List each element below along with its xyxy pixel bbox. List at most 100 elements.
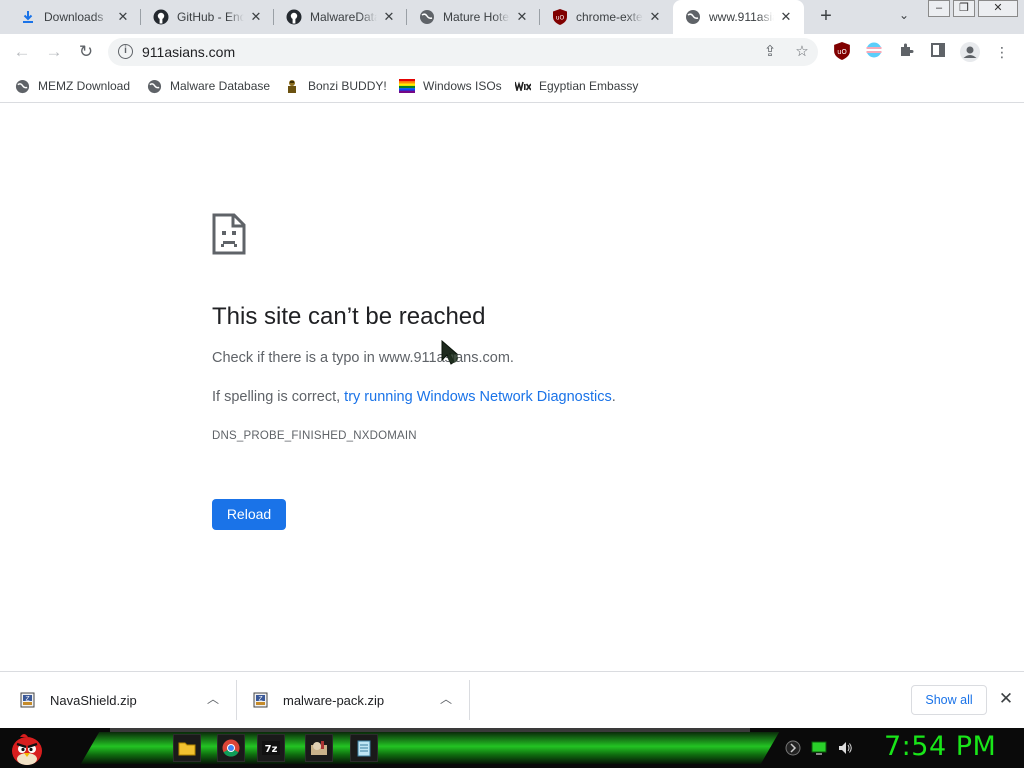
svg-text:7z: 7z bbox=[265, 744, 278, 755]
svg-text:uO: uO bbox=[837, 48, 847, 56]
bonzi-icon bbox=[284, 78, 300, 94]
globe-icon bbox=[419, 9, 435, 25]
tab-title: GitHub - Endermanch/MalwareDatabase bbox=[177, 10, 244, 24]
bookmark-bonzi-buddy[interactable]: Bonzi BUDDY! bbox=[284, 76, 387, 96]
download-shelf: Z NavaShield.zip ︿ Z malware-pack.zip ︿ … bbox=[0, 671, 1024, 728]
profile-avatar-icon[interactable] bbox=[960, 42, 980, 62]
ublock-icon: uO bbox=[552, 9, 568, 25]
url-text[interactable]: 911asians.com bbox=[142, 44, 235, 60]
error-typo-hint: Check if there is a typo in www.911asian… bbox=[212, 350, 514, 366]
file-explorer-icon[interactable] bbox=[173, 734, 201, 762]
bookmark-label: MEMZ Download bbox=[38, 79, 131, 93]
download-item[interactable]: Z malware-pack.zip ︿ bbox=[253, 672, 469, 728]
share-icon[interactable]: ⇪ bbox=[761, 43, 779, 61]
tab-title: chrome-extension bbox=[576, 10, 643, 24]
bookmarks-bar: MEMZ Download Malware Database Bonzi BUD… bbox=[0, 70, 1024, 103]
tab-github-1[interactable]: GitHub - Endermanch/MalwareDatabase ✕ bbox=[141, 0, 274, 34]
rainbow-flag-icon bbox=[399, 78, 415, 94]
error-code: DNS_PROBE_FINISHED_NXDOMAIN bbox=[212, 430, 417, 442]
7zip-icon[interactable]: 7z bbox=[257, 734, 285, 762]
start-button[interactable] bbox=[8, 729, 46, 767]
new-tab-button[interactable]: + bbox=[814, 5, 838, 29]
paint-app-icon[interactable] bbox=[305, 734, 333, 762]
globe-icon bbox=[146, 78, 162, 94]
download-filename: malware-pack.zip bbox=[283, 692, 385, 708]
forward-button[interactable]: → bbox=[42, 40, 66, 64]
chrome-taskbar-icon[interactable] bbox=[217, 734, 245, 762]
close-icon[interactable]: ✕ bbox=[647, 9, 663, 25]
diagnostics-prefix: If spelling is correct, bbox=[212, 389, 345, 405]
error-diagnostics-hint: If spelling is correct, try running Wind… bbox=[212, 389, 616, 405]
chevron-up-icon[interactable]: ︿ bbox=[206, 692, 220, 706]
reload-icon[interactable]: ↻ bbox=[74, 40, 98, 64]
tray-app-icon[interactable] bbox=[785, 740, 801, 756]
bookmark-label: Malware Database bbox=[170, 79, 271, 93]
system-tray bbox=[785, 736, 853, 760]
tab-strip: Downloads ✕ GitHub - Endermanch/MalwareD… bbox=[0, 0, 1024, 34]
close-icon[interactable]: ✕ bbox=[996, 689, 1016, 709]
notepad-icon[interactable] bbox=[350, 734, 378, 762]
diagnostics-suffix: . bbox=[611, 389, 616, 405]
wix-icon bbox=[515, 78, 531, 94]
side-panel-icon[interactable] bbox=[928, 42, 948, 62]
sad-page-icon bbox=[212, 213, 246, 260]
github-icon bbox=[286, 9, 302, 25]
chrome-menu-icon[interactable]: ⋮ bbox=[992, 42, 1012, 62]
tab-title: www.911asians.com bbox=[709, 10, 774, 24]
browser-toolbar: ← → ↻ i 911asians.com ⇪ ☆ uO ⋮ bbox=[0, 34, 1024, 70]
tab-downloads[interactable]: Downloads ✕ bbox=[8, 0, 141, 34]
close-icon[interactable]: ✕ bbox=[115, 9, 131, 25]
tab-title: MalwareDatabase bbox=[310, 10, 377, 24]
close-icon[interactable]: ✕ bbox=[381, 9, 397, 25]
address-bar[interactable]: i 911asians.com ⇪ ☆ bbox=[108, 38, 818, 66]
tab-search-icon[interactable]: ⌄ bbox=[894, 8, 914, 26]
bookmark-malware-database[interactable]: Malware Database bbox=[146, 76, 270, 96]
page-content: This site can’t be reached Check if ther… bbox=[0, 104, 1024, 671]
taskbar: 7z 7:54 PM bbox=[0, 728, 1024, 768]
tab-title: Downloads bbox=[44, 10, 104, 24]
show-all-downloads-button[interactable]: Show all bbox=[911, 685, 987, 715]
bookmark-egyptian-embassy[interactable]: Egyptian Embassy bbox=[515, 76, 638, 96]
minimize-button[interactable]: – bbox=[928, 0, 950, 17]
ublock-extension-icon[interactable]: uO bbox=[832, 42, 852, 62]
download-filename: NavaShield.zip bbox=[50, 692, 137, 708]
bookmark-star-icon[interactable]: ☆ bbox=[793, 43, 811, 61]
trans-flag-extension-icon[interactable] bbox=[864, 42, 884, 62]
svg-text:Z: Z bbox=[25, 696, 29, 703]
download-icon bbox=[20, 9, 36, 25]
zip-file-icon: Z bbox=[253, 692, 268, 708]
reload-button[interactable]: Reload bbox=[212, 499, 286, 530]
network-diagnostics-link[interactable]: try running Windows Network Diagnostics bbox=[344, 389, 612, 405]
download-item[interactable]: Z NavaShield.zip ︿ bbox=[20, 672, 236, 728]
error-title: This site can’t be reached bbox=[212, 303, 486, 330]
bookmark-memz-download[interactable]: MEMZ Download bbox=[14, 76, 130, 96]
tab-chrome-extension[interactable]: uO chrome-extension ✕ bbox=[540, 0, 673, 34]
close-icon[interactable]: ✕ bbox=[778, 9, 794, 25]
tab-911asians[interactable]: www.911asians.com ✕ bbox=[673, 0, 804, 34]
window-close-button[interactable]: ✕ bbox=[978, 0, 1018, 17]
bookmark-label: Egyptian Embassy bbox=[539, 79, 639, 93]
chevron-up-icon[interactable]: ︿ bbox=[439, 692, 453, 706]
mouse-cursor-icon bbox=[441, 339, 465, 373]
site-info-icon[interactable]: i bbox=[118, 44, 133, 59]
close-icon[interactable]: ✕ bbox=[514, 9, 530, 25]
back-button[interactable]: ← bbox=[10, 40, 34, 64]
zip-file-icon: Z bbox=[20, 692, 35, 708]
bookmark-label: Windows ISOs bbox=[423, 79, 502, 93]
globe-icon bbox=[685, 9, 701, 25]
bookmark-label: Bonzi BUDDY! bbox=[308, 79, 387, 93]
bookmark-windows-isos[interactable]: Windows ISOs bbox=[399, 76, 502, 96]
tab-title: Mature Hotel bbox=[443, 10, 510, 24]
tab-mature-hotel[interactable]: Mature Hotel ✕ bbox=[407, 0, 540, 34]
taskbar-clock[interactable]: 7:54 PM bbox=[884, 731, 996, 762]
globe-icon bbox=[14, 78, 30, 94]
volume-icon[interactable] bbox=[837, 740, 853, 756]
extensions-puzzle-icon[interactable] bbox=[896, 42, 916, 62]
network-icon[interactable] bbox=[811, 740, 827, 756]
svg-text:Z: Z bbox=[258, 696, 262, 703]
tab-github-2[interactable]: MalwareDatabase ✕ bbox=[274, 0, 407, 34]
github-icon bbox=[153, 9, 169, 25]
close-icon[interactable]: ✕ bbox=[248, 9, 264, 25]
restore-button[interactable]: ❐ bbox=[953, 0, 975, 17]
svg-text:uO: uO bbox=[556, 15, 565, 22]
